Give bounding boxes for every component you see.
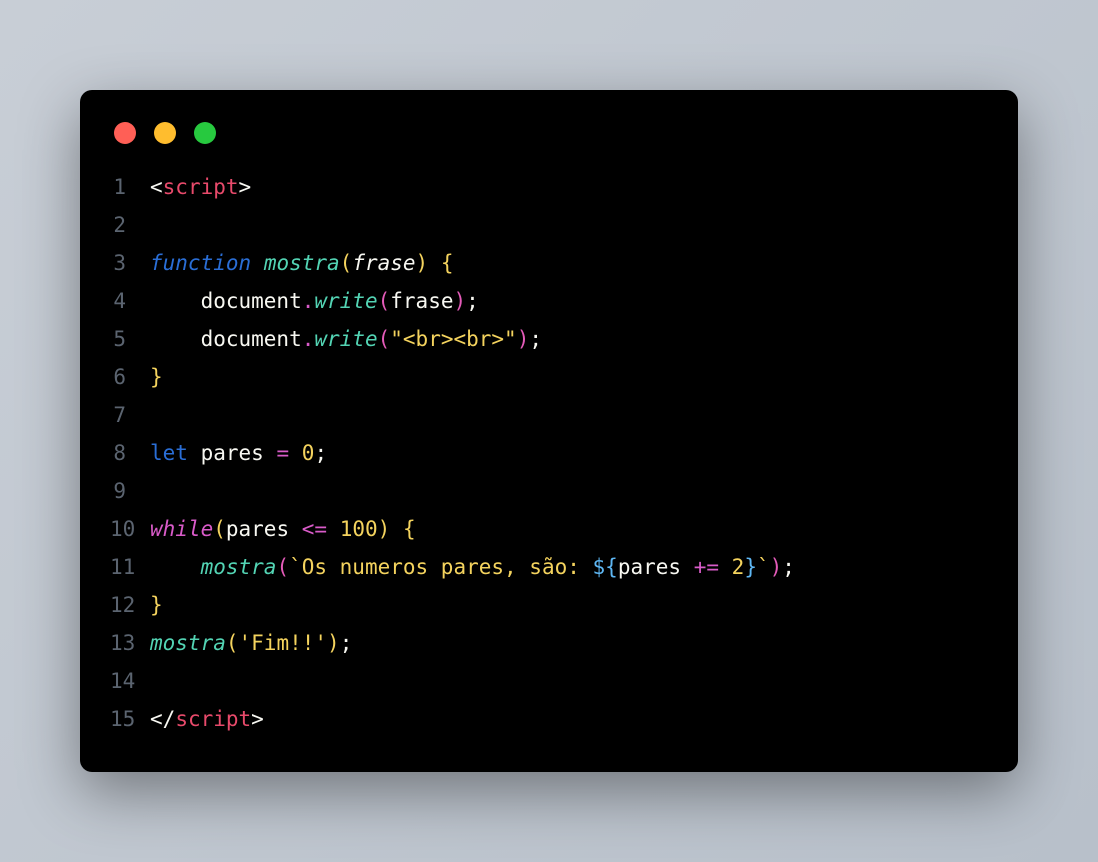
code-content: function mostra(frase) { bbox=[150, 244, 454, 282]
code-content: document.write("<br><br>"); bbox=[150, 320, 542, 358]
line-number: 5 bbox=[110, 320, 150, 358]
minimize-button[interactable] bbox=[154, 122, 176, 144]
code-line: 7 bbox=[110, 396, 988, 434]
code-line: 9 bbox=[110, 472, 988, 510]
code-line: 13 mostra('Fim!!'); bbox=[110, 624, 988, 662]
code-content: </script> bbox=[150, 700, 264, 738]
maximize-button[interactable] bbox=[194, 122, 216, 144]
line-number: 12 bbox=[110, 586, 150, 624]
code-content: } bbox=[150, 586, 163, 624]
code-line: 4 document.write(frase); bbox=[110, 282, 988, 320]
code-content: document.write(frase); bbox=[150, 282, 479, 320]
line-number: 13 bbox=[110, 624, 150, 662]
code-line: 14 bbox=[110, 662, 988, 700]
line-number: 9 bbox=[110, 472, 150, 510]
code-content: <script> bbox=[150, 168, 251, 206]
line-number: 2 bbox=[110, 206, 150, 244]
code-content: mostra('Fim!!'); bbox=[150, 624, 352, 662]
code-line: 5 document.write("<br><br>"); bbox=[110, 320, 988, 358]
code-line: 15 </script> bbox=[110, 700, 988, 738]
line-number: 4 bbox=[110, 282, 150, 320]
line-number: 3 bbox=[110, 244, 150, 282]
code-line: 3 function mostra(frase) { bbox=[110, 244, 988, 282]
code-line: 11 mostra(`Os numeros pares, são: ${pare… bbox=[110, 548, 988, 586]
code-line: 2 bbox=[110, 206, 988, 244]
code-line: 12 } bbox=[110, 586, 988, 624]
code-content: while(pares <= 100) { bbox=[150, 510, 416, 548]
line-number: 7 bbox=[110, 396, 150, 434]
line-number: 6 bbox=[110, 358, 150, 396]
close-button[interactable] bbox=[114, 122, 136, 144]
traffic-lights bbox=[80, 114, 1018, 168]
code-editor[interactable]: 1 <script> 2 3 function mostra(frase) { … bbox=[80, 168, 1018, 748]
line-number: 11 bbox=[110, 548, 150, 586]
code-content: } bbox=[150, 358, 163, 396]
line-number: 8 bbox=[110, 434, 150, 472]
line-number: 14 bbox=[110, 662, 150, 700]
code-content: mostra(`Os numeros pares, são: ${pares +… bbox=[150, 548, 795, 586]
code-content: let pares = 0; bbox=[150, 434, 327, 472]
line-number: 10 bbox=[110, 510, 150, 548]
line-number: 15 bbox=[110, 700, 150, 738]
code-line: 10 while(pares <= 100) { bbox=[110, 510, 988, 548]
code-window: 1 <script> 2 3 function mostra(frase) { … bbox=[80, 90, 1018, 772]
code-line: 1 <script> bbox=[110, 168, 988, 206]
code-line: 6 } bbox=[110, 358, 988, 396]
code-line: 8 let pares = 0; bbox=[110, 434, 988, 472]
line-number: 1 bbox=[110, 168, 150, 206]
